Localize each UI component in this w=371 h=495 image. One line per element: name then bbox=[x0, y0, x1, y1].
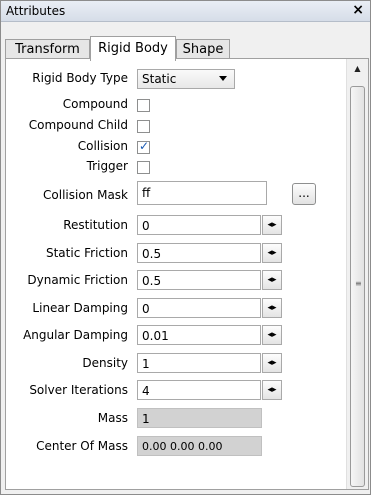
angular-damping-label: Angular Damping bbox=[23, 328, 128, 342]
solver-iterations-label: Solver Iterations bbox=[29, 383, 128, 397]
linear-damping-spinner[interactable]: ◂▸ bbox=[262, 298, 282, 318]
scroll-up-arrow-icon[interactable]: ▲ bbox=[347, 61, 368, 77]
compound-label: Compound bbox=[62, 97, 128, 111]
close-icon[interactable]: × bbox=[352, 2, 364, 18]
compound-child-label: Compound Child bbox=[28, 118, 128, 132]
tab-rigid-body[interactable]: Rigid Body bbox=[90, 36, 176, 61]
linear-damping-label: Linear Damping bbox=[32, 301, 128, 315]
center-of-mass-value: 0.00 0.00 0.00 bbox=[137, 436, 262, 456]
restitution-label: Restitution bbox=[63, 218, 128, 232]
restitution-input[interactable]: 0 bbox=[137, 215, 261, 235]
trigger-checkbox[interactable] bbox=[137, 161, 150, 174]
solver-iterations-spinner[interactable]: ◂▸ bbox=[262, 380, 282, 400]
density-label: Density bbox=[82, 356, 128, 370]
tab-strip: Transform Rigid Body Shape bbox=[5, 36, 367, 61]
mass-value: 1 bbox=[137, 408, 262, 428]
panel-title: Attributes bbox=[6, 4, 66, 18]
density-input[interactable]: 1 bbox=[137, 353, 261, 373]
tab-transform[interactable]: Transform bbox=[5, 39, 90, 60]
collision-mask-label: Collision Mask bbox=[43, 188, 128, 202]
chevron-down-icon bbox=[219, 76, 227, 81]
trigger-label: Trigger bbox=[86, 159, 128, 173]
collision-label: Collision bbox=[77, 139, 128, 153]
panel-titlebar: Attributes × bbox=[1, 1, 370, 22]
angular-damping-spinner[interactable]: ◂▸ bbox=[262, 325, 282, 345]
mass-label: Mass bbox=[97, 411, 128, 425]
restitution-spinner[interactable]: ◂▸ bbox=[262, 215, 282, 235]
tab-shape[interactable]: Shape bbox=[176, 39, 230, 60]
density-spinner[interactable]: ◂▸ bbox=[262, 353, 282, 373]
angular-damping-input[interactable]: 0.01 bbox=[137, 325, 261, 345]
dynamic-friction-spinner[interactable]: ◂▸ bbox=[262, 270, 282, 290]
rigid-body-type-value: Static bbox=[142, 72, 177, 86]
compound-checkbox[interactable] bbox=[137, 99, 150, 112]
property-list: Rigid Body Type Static Compound Compound… bbox=[6, 59, 341, 489]
grip-icon: ≡ bbox=[355, 279, 362, 288]
dynamic-friction-input[interactable]: 0.5 bbox=[137, 270, 261, 290]
linear-damping-input[interactable]: 0 bbox=[137, 298, 261, 318]
static-friction-label: Static Friction bbox=[45, 246, 128, 260]
collision-mask-edit-button[interactable]: ... bbox=[292, 183, 316, 205]
solver-iterations-input[interactable]: 4 bbox=[137, 380, 261, 400]
dynamic-friction-label: Dynamic Friction bbox=[27, 273, 128, 287]
scrollbar-thumb[interactable]: ≡ bbox=[350, 86, 365, 487]
rigid-body-type-label: Rigid Body Type bbox=[32, 71, 128, 85]
center-of-mass-label: Center Of Mass bbox=[36, 439, 128, 453]
rigid-body-tab-content: Rigid Body Type Static Compound Compound… bbox=[5, 58, 369, 490]
compound-child-checkbox[interactable] bbox=[137, 120, 150, 133]
rigid-body-type-select[interactable]: Static bbox=[137, 69, 235, 89]
static-friction-spinner[interactable]: ◂▸ bbox=[262, 243, 282, 263]
static-friction-input[interactable]: 0.5 bbox=[137, 243, 261, 263]
collision-checkbox[interactable] bbox=[137, 139, 150, 154]
vertical-scrollbar[interactable]: ▲ ≡ bbox=[346, 59, 368, 489]
collision-mask-input[interactable]: ff bbox=[137, 181, 267, 205]
attributes-panel: Attributes × Transform Rigid Body Shape … bbox=[0, 0, 371, 495]
